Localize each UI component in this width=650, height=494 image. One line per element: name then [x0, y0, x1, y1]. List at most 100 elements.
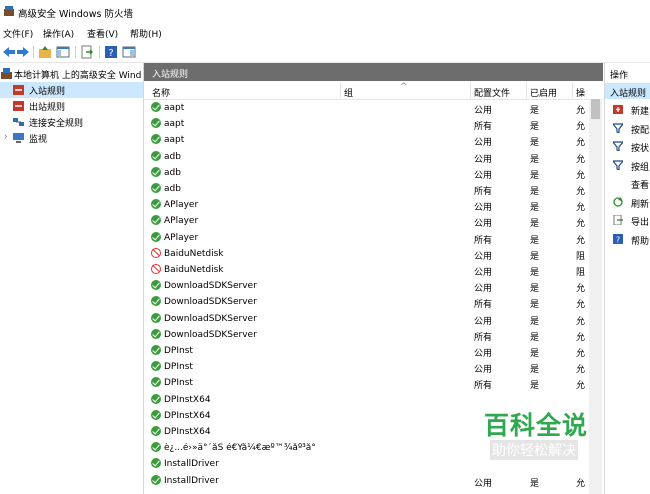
action-item-label: 刷新	[631, 199, 650, 210]
column-separator[interactable]	[340, 82, 341, 98]
rule-profile: 公用	[474, 106, 493, 116]
column-separator[interactable]	[572, 82, 573, 98]
action-item[interactable]: 新建	[605, 100, 650, 118]
show-action-pane-icon[interactable]	[122, 45, 136, 59]
tree-item-inbound-rules[interactable]: 入站规则	[0, 82, 143, 98]
table-row[interactable]: aapt 公用 是 允	[144, 132, 588, 148]
allow-rule-icon	[151, 442, 161, 453]
column-header-profile[interactable]: 配置文件	[474, 86, 510, 99]
menu-help[interactable]: 帮助(H)	[130, 27, 162, 40]
table-row[interactable]: aapt 所有 是 允	[144, 116, 588, 132]
table-row[interactable]: DownloadSDKServer 公用 是 允	[144, 278, 588, 294]
expand-chevron-icon[interactable]: ›	[4, 132, 8, 142]
table-row[interactable]: APlayer 公用 是 允	[144, 213, 588, 229]
allow-rule-icon	[151, 118, 161, 129]
allow-rule-icon	[151, 296, 161, 307]
table-row[interactable]: DPInst 公用 是 允	[144, 343, 588, 359]
rule-profile: 所有	[474, 235, 493, 246]
table-row[interactable]: adb 公用 是 允	[144, 165, 588, 181]
table-row[interactable]: DownloadSDKServer 公用 是 允	[144, 311, 588, 327]
toolbar-separator	[33, 46, 34, 58]
table-row[interactable]: APlayer 公用 是 允	[144, 197, 588, 213]
table-row[interactable]: DPInst 所有 是 允	[144, 375, 588, 391]
action-item-label: 按配	[631, 125, 650, 136]
actions-header: 操作	[605, 66, 650, 81]
action-item[interactable]: ? 帮助	[605, 230, 650, 248]
toolbar-separator	[75, 46, 76, 58]
toolbar-separator	[99, 46, 100, 58]
firewall-root-icon	[1, 68, 12, 79]
table-row[interactable]: BaiduNetdisk 公用 是 阻	[144, 262, 588, 278]
column-separator[interactable]	[470, 82, 471, 98]
rule-name: è¿...é›»ä°´åŠ é€Ÿå¼€æº™¾åº³å°	[164, 443, 316, 454]
allow-rule-icon	[151, 409, 161, 420]
connection-security-icon	[13, 118, 24, 126]
column-header-action[interactable]: 操	[576, 86, 585, 99]
action-item-label: 导出	[631, 218, 650, 228]
block-rule-icon	[151, 247, 161, 258]
table-row[interactable]: DownloadSDKServer 所有 是 允	[144, 327, 588, 343]
show-hide-tree-icon[interactable]	[56, 45, 70, 59]
action-item-label: 新建	[631, 107, 650, 117]
table-row[interactable]: DPInst 公用 是 允	[144, 359, 588, 375]
tree-item-monitoring[interactable]: › 监视	[0, 130, 143, 146]
rule-action: 允	[576, 478, 586, 489]
rule-name: DPInstX64	[164, 394, 211, 405]
rule-profile: 所有	[474, 381, 493, 392]
allow-rule-icon	[151, 102, 161, 112]
rule-enabled: 是	[530, 349, 540, 359]
table-row[interactable]: InstallDriver 公用 是 允	[144, 473, 588, 489]
allow-rule-icon	[151, 474, 161, 485]
column-header-group[interactable]: 组	[344, 86, 353, 99]
rule-enabled: 是	[530, 235, 540, 246]
rule-profile: 公用	[474, 170, 493, 181]
rule-name: DownloadSDKServer	[164, 329, 257, 340]
action-item[interactable]: 刷新	[605, 193, 650, 211]
table-row[interactable]: DownloadSDKServer 所有 是 允	[144, 294, 588, 310]
allow-rule-icon	[151, 280, 161, 291]
table-row[interactable]: adb 公用 是 允	[144, 149, 588, 165]
menu-action[interactable]: 操作(A)	[43, 27, 74, 40]
help-icon[interactable]: ?	[104, 45, 118, 59]
tree-root[interactable]: 本地计算机 上的高级安全 Wind	[0, 66, 143, 82]
rule-action: 允	[576, 316, 586, 327]
back-arrow-icon[interactable]	[2, 45, 16, 59]
menu-bar: 文件(F) 操作(A) 查看(V) 帮助(H)	[0, 24, 650, 42]
column-separator[interactable]	[526, 82, 527, 98]
tree-item-outbound-rules[interactable]: 出站规则	[0, 98, 143, 114]
rule-action: 阻	[576, 268, 586, 278]
column-header-enabled[interactable]: 已启用	[530, 86, 557, 99]
action-item[interactable]: 按状	[605, 137, 650, 155]
table-row[interactable]: adb 所有 是 允	[144, 181, 588, 197]
forward-arrow-icon[interactable]	[16, 45, 30, 59]
scrollbar-thumb[interactable]	[591, 99, 600, 119]
action-item[interactable]: 查看	[605, 174, 650, 192]
rule-enabled: 是	[530, 106, 540, 116]
rule-name: DPInst	[164, 346, 193, 356]
rule-name: BaiduNetdisk	[164, 265, 224, 275]
rule-enabled: 是	[530, 138, 540, 149]
help-icon: ?	[613, 233, 623, 244]
action-item[interactable]: 按组	[605, 156, 650, 174]
table-row[interactable]: aapt 公用 是 允	[144, 100, 588, 116]
export-list-icon[interactable]	[80, 45, 94, 59]
allow-rule-icon	[151, 231, 161, 242]
table-row[interactable]: APlayer 所有 是 允	[144, 230, 588, 246]
rule-action: 允	[576, 365, 586, 376]
column-header-name[interactable]: 名称	[152, 86, 170, 99]
actions-section-inbound[interactable]: 入站规则	[605, 83, 650, 99]
allow-rule-icon	[151, 150, 161, 161]
sort-arrow-icon: ^	[400, 82, 408, 92]
allow-rule-icon	[151, 328, 161, 339]
rule-enabled: 是	[530, 268, 540, 278]
action-item[interactable]: 按配	[605, 119, 650, 137]
rule-profile: 公用	[474, 138, 493, 149]
table-row[interactable]: BaiduNetdisk 公用 是 阻	[144, 246, 588, 262]
up-folder-icon[interactable]	[38, 45, 52, 59]
tree-item-connection-security-rules[interactable]: 连接安全规则	[0, 114, 143, 130]
menu-view[interactable]: 查看(V)	[87, 27, 118, 40]
inbound-rules-icon	[13, 85, 24, 95]
action-item[interactable]: 导出	[605, 211, 650, 229]
rule-profile: 所有	[474, 187, 493, 197]
menu-file[interactable]: 文件(F)	[3, 27, 33, 40]
